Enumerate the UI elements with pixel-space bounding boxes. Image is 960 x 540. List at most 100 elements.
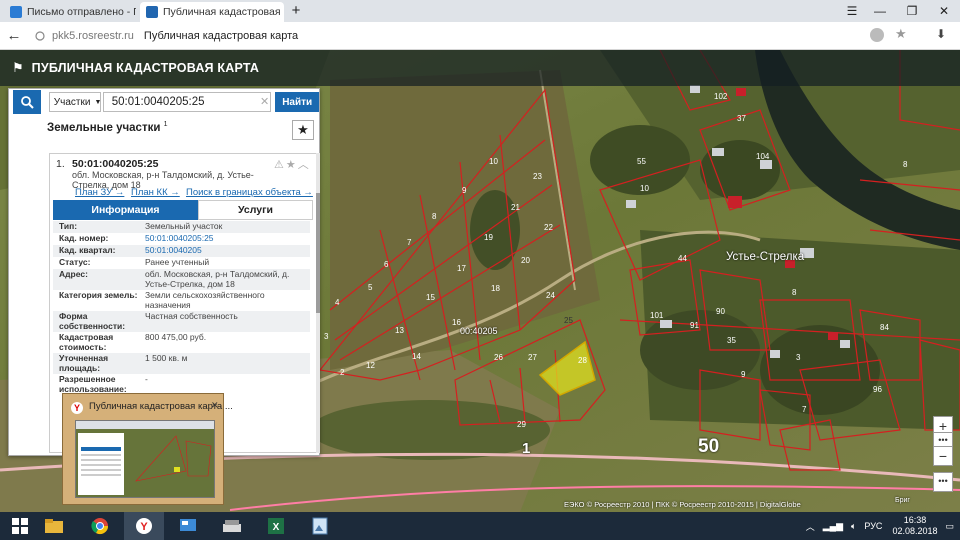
tab-cadastral-map[interactable]: Публичная кадастровая ка ✕ (140, 2, 284, 22)
windows-taskbar: Y X ︿ ▂▄▆ 🔈︎ РУС 16:38 02.08.2018 ▭ (0, 512, 960, 540)
parcel-label[interactable]: 26 (494, 353, 503, 362)
row-value-link[interactable]: 50:01:0040205:25 (145, 233, 310, 244)
tab-information[interactable]: Информация (53, 200, 198, 220)
parcel-label[interactable]: 19 (484, 233, 493, 242)
notifications-icon[interactable]: ▭ (945, 521, 954, 532)
bookmark-star-icon[interactable]: ★ (895, 26, 907, 42)
search-input[interactable]: 50:01:0040205:25 (102, 92, 272, 112)
scrollbar-thumb[interactable] (316, 193, 320, 313)
parcel-label[interactable]: 8 (792, 288, 796, 297)
parcel-label[interactable]: 90 (716, 307, 725, 316)
parcel-label[interactable]: 91 (690, 321, 699, 330)
parcel-label[interactable]: 22 (544, 223, 553, 232)
system-tray: ︿ ▂▄▆ 🔈︎ РУС 16:38 02.08.2018 ▭ (806, 512, 960, 540)
parcel-label[interactable]: 44 (678, 254, 687, 263)
parcel-label[interactable]: 16 (452, 318, 461, 327)
search-within-object-link[interactable]: Поиск в границах объекта → (186, 187, 313, 198)
parcel-label[interactable]: 3 (796, 353, 800, 362)
control-panel-icon[interactable] (168, 512, 208, 540)
parcel-label[interactable]: 84 (880, 323, 889, 332)
parcel-label[interactable]: 55 (637, 157, 646, 166)
parcel-label[interactable]: 6 (384, 260, 388, 269)
tab-mail[interactable]: Письмо отправлено - Почт (4, 2, 136, 22)
parcel-label[interactable]: 35 (727, 336, 736, 345)
parcel-label[interactable]: 3 (324, 332, 328, 341)
yandex-browser-taskbar-icon[interactable]: Y (124, 512, 164, 540)
parcel-label[interactable]: 96 (873, 385, 882, 394)
parcel-label[interactable]: 101 (650, 311, 663, 320)
plan-kk-link[interactable]: План КК → (131, 187, 180, 198)
parcel-label[interactable]: 10 (640, 184, 649, 193)
menu-icon[interactable]: ☰ (838, 2, 866, 20)
parcel-label[interactable]: 15 (426, 293, 435, 302)
zoom-out-button[interactable]: − (933, 446, 953, 466)
parcel-label[interactable]: 13 (395, 326, 404, 335)
parcel-label[interactable]: 20 (521, 256, 530, 265)
row-value: Земли сельскохозяйственного назначения (145, 290, 265, 310)
parcel-label[interactable]: 104 (756, 152, 769, 161)
panel-scrollbar[interactable] (316, 153, 320, 453)
search-icon[interactable] (13, 90, 41, 114)
network-icon[interactable]: ▂▄▆ (823, 521, 843, 532)
parcel-label[interactable]: 2 (340, 368, 344, 377)
excel-icon[interactable]: X (256, 512, 296, 540)
parcel-label[interactable]: 9 (462, 186, 466, 195)
download-icon[interactable]: ⬇ (936, 27, 946, 41)
chrome-icon[interactable] (80, 512, 120, 540)
parcel-label[interactable]: 7 (407, 238, 411, 247)
back-arrow-icon[interactable]: ← (0, 27, 28, 44)
tray-up-arrow-icon[interactable]: ︿ (806, 520, 815, 533)
close-window-button[interactable]: ✕ (930, 2, 958, 20)
app-header: ⚑ ПУБЛИЧНАЯ КАДАСТРОВАЯ КАРТА (0, 50, 960, 86)
map-options-icon[interactable]: ••• (933, 472, 953, 492)
plan-zu-link[interactable]: План ЗУ → (75, 187, 124, 198)
thumbnail-close-icon[interactable]: ✕ (211, 400, 219, 411)
parcel-label[interactable]: 27 (528, 353, 537, 362)
parcel-label[interactable]: 17 (457, 264, 466, 273)
result-cad-number[interactable]: 50:01:0040205:25 (72, 158, 158, 170)
image-viewer-icon[interactable] (300, 512, 340, 540)
translate-icon[interactable] (870, 28, 884, 42)
parcel-label[interactable]: 21 (511, 203, 520, 212)
minimize-button[interactable]: — (866, 2, 894, 20)
row-key: Статус: (59, 257, 91, 267)
row-value-link[interactable]: 50:01:0040205 (145, 245, 310, 256)
new-tab-button[interactable]: + (282, 2, 310, 20)
parcel-label[interactable]: 12 (366, 361, 375, 370)
parcel-label[interactable]: 8 (432, 212, 436, 221)
parcel-label[interactable]: 4 (335, 298, 339, 307)
url-domain[interactable]: pkk5.rosreestr.ru (52, 30, 134, 42)
file-explorer-icon[interactable] (34, 512, 74, 540)
parcel-label[interactable]: 7 (802, 405, 806, 414)
tab-cadastral-map-label: Публичная кадастровая ка (163, 6, 284, 18)
scale-brand-label: Бриг (895, 497, 910, 504)
result-actions-icons[interactable]: ⚠★︿ (274, 156, 311, 172)
url-page-title[interactable]: Публичная кадастровая карта (144, 30, 298, 42)
volume-icon[interactable]: 🔈︎ (851, 521, 856, 532)
restore-button[interactable]: ❐ (898, 2, 926, 20)
tab-services[interactable]: Услуги (198, 200, 313, 220)
parcel-label[interactable]: 5 (368, 283, 372, 292)
selected-parcel-label[interactable]: 25 (564, 316, 573, 325)
parcel-label[interactable]: 102 (714, 92, 727, 101)
language-indicator[interactable]: РУС (864, 521, 882, 531)
parcel-label[interactable]: 28 (578, 356, 587, 365)
parcel-label[interactable]: 9 (741, 370, 745, 379)
favorites-star-button[interactable]: ★ (292, 120, 314, 140)
parcel-label[interactable]: 18 (491, 284, 500, 293)
parcel-label[interactable]: 37 (737, 114, 746, 123)
taskbar-thumbnail-preview[interactable]: Y Публичная кадастровая карта ... ✕ (62, 393, 233, 505)
find-button[interactable]: Найти (275, 92, 320, 112)
parcel-label[interactable]: 29 (517, 420, 526, 429)
object-type-select[interactable]: Участки ▼ (48, 92, 101, 112)
parcel-label[interactable]: 24 (546, 291, 555, 300)
rosreestr-logo-icon[interactable]: ⚑ (12, 60, 24, 76)
parcel-label[interactable]: 10 (489, 157, 498, 166)
clear-search-icon[interactable]: ✕ (260, 95, 269, 108)
parcel-label[interactable]: 23 (533, 172, 542, 181)
svg-text:Y: Y (140, 521, 148, 533)
scanner-icon[interactable] (212, 512, 252, 540)
clock[interactable]: 16:38 02.08.2018 (892, 515, 937, 537)
parcel-label[interactable]: 14 (412, 352, 421, 361)
parcel-label[interactable]: 8 (903, 160, 907, 169)
